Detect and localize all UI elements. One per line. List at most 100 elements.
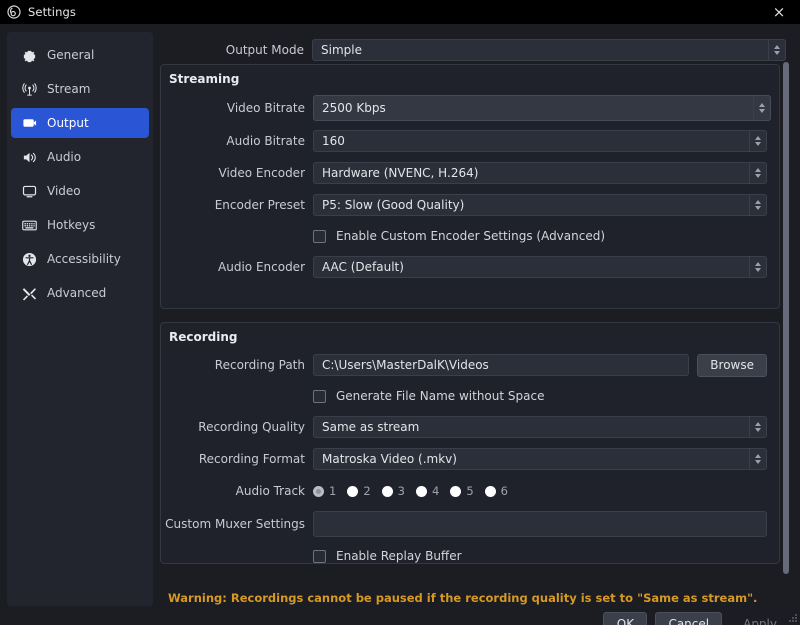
sidebar-item-label: Output [47, 116, 89, 130]
audio-bitrate-label: Audio Bitrate [226, 134, 305, 148]
recording-path-label: Recording Path [214, 358, 305, 372]
video-bitrate-value: 2500 Kbps [322, 101, 386, 115]
close-icon[interactable]: × [758, 0, 800, 24]
settings-content: Output Mode Simple Streaming Video Bitra… [160, 24, 792, 579]
sidebar-item-advanced[interactable]: Advanced [11, 278, 149, 308]
spinner-arrows-icon[interactable] [753, 96, 770, 120]
tools-icon [21, 285, 38, 302]
recording-quality-select[interactable]: Same as stream [313, 416, 767, 438]
video-bitrate-label: Video Bitrate [226, 101, 305, 115]
recording-format-value: Matroska Video (.mkv) [322, 452, 457, 466]
audio-track-radio-group: 1 2 3 4 5 6 [313, 484, 519, 498]
radio-icon[interactable] [450, 485, 462, 497]
audio-encoder-label: Audio Encoder [218, 260, 305, 274]
recording-quality-row: Recording Quality Same as stream [161, 411, 781, 443]
sidebar-item-accessibility[interactable]: Accessibility [11, 244, 149, 274]
speaker-icon [21, 149, 38, 166]
sidebar-item-label: Stream [47, 82, 91, 96]
sidebar-item-label: Advanced [47, 286, 107, 300]
audio-encoder-row: Audio Encoder AAC (Default) [161, 251, 781, 283]
recording-path-input[interactable]: C:\Users\MasterDalK\Videos [313, 354, 690, 376]
audio-track-option-6[interactable]: 6 [484, 484, 508, 498]
gear-icon [21, 47, 38, 64]
spinner-arrows-icon[interactable] [768, 40, 785, 60]
sidebar-item-general[interactable]: General [11, 40, 149, 70]
radio-icon[interactable] [484, 485, 496, 497]
warning-message: Warning: Recordings cannot be paused if … [168, 591, 758, 605]
accessibility-icon [21, 251, 38, 268]
custom-muxer-row: Custom Muxer Settings [161, 507, 781, 541]
content-scrollbar[interactable] [782, 62, 790, 574]
audio-bitrate-value: 160 [322, 134, 345, 148]
spinner-arrows-icon[interactable] [749, 131, 766, 151]
video-bitrate-select[interactable]: 2500 Kbps [313, 95, 771, 121]
custom-encoder-settings-row[interactable]: Enable Custom Encoder Settings (Advanced… [161, 221, 781, 251]
audio-track-option-4[interactable]: 4 [415, 484, 439, 498]
video-encoder-select[interactable]: Hardware (NVENC, H.264) [313, 162, 767, 184]
spinner-arrows-icon[interactable] [749, 449, 766, 469]
audio-track-row: Audio Track 1 2 3 4 5 6 [161, 475, 781, 507]
audio-bitrate-row: Audio Bitrate 160 [161, 125, 781, 157]
radio-icon[interactable] [415, 485, 427, 497]
generate-filename-no-space-row[interactable]: Generate File Name without Space [161, 381, 781, 411]
recording-format-row: Recording Format Matroska Video (.mkv) [161, 443, 781, 475]
output-screen-icon [21, 115, 38, 132]
cancel-button[interactable]: Cancel [655, 612, 723, 625]
spinner-arrows-icon[interactable] [749, 163, 766, 183]
ok-button[interactable]: OK [603, 612, 648, 625]
audio-track-option-3[interactable]: 3 [381, 484, 405, 498]
spinner-arrows-icon[interactable] [749, 195, 766, 215]
output-mode-select[interactable]: Simple [312, 39, 786, 61]
spinner-arrows-icon[interactable] [749, 257, 766, 277]
window-title: Settings [28, 5, 76, 19]
video-bitrate-row: Video Bitrate 2500 Kbps [161, 91, 781, 125]
audio-bitrate-select[interactable]: 160 [313, 130, 767, 152]
streaming-group: Streaming Video Bitrate 2500 Kbps Audio … [160, 64, 780, 309]
keyboard-icon [21, 217, 38, 234]
recording-quality-value: Same as stream [322, 420, 420, 434]
audio-encoder-select[interactable]: AAC (Default) [313, 256, 767, 278]
audio-track-option-2[interactable]: 2 [347, 484, 371, 498]
sidebar-item-hotkeys[interactable]: Hotkeys [11, 210, 149, 240]
sidebar-item-video[interactable]: Video [11, 176, 149, 206]
encoder-preset-value: P5: Slow (Good Quality) [322, 198, 465, 212]
sidebar-item-label: Video [47, 184, 81, 198]
radio-icon[interactable] [313, 485, 324, 497]
settings-window: General Stream Output Audio Video Hotkey… [0, 24, 800, 625]
custom-encoder-settings-checkbox[interactable] [313, 229, 326, 243]
video-encoder-row: Video Encoder Hardware (NVENC, H.264) [161, 157, 781, 189]
sidebar-item-label: Audio [47, 150, 82, 164]
audio-track-option-5[interactable]: 5 [450, 484, 474, 498]
recording-format-select[interactable]: Matroska Video (.mkv) [313, 448, 767, 470]
replay-buffer-row[interactable]: Enable Replay Buffer [161, 541, 781, 571]
streaming-group-title: Streaming [169, 72, 240, 86]
replay-buffer-checkbox[interactable] [313, 549, 326, 563]
resize-grip[interactable] [787, 612, 797, 622]
audio-track-label: Audio Track [235, 484, 305, 498]
output-mode-label: Output Mode [225, 43, 304, 57]
monitor-icon [21, 183, 38, 200]
sidebar-item-stream[interactable]: Stream [11, 74, 149, 104]
output-mode-value: Simple [321, 43, 362, 57]
settings-sidebar: General Stream Output Audio Video Hotkey… [7, 32, 153, 606]
browse-button[interactable]: Browse [697, 353, 767, 377]
audio-track-option-1[interactable]: 1 [313, 484, 336, 498]
generate-filename-no-space-label: Generate File Name without Space [336, 389, 545, 403]
custom-muxer-input[interactable] [313, 511, 767, 537]
spinner-arrows-icon[interactable] [749, 417, 766, 437]
encoder-preset-select[interactable]: P5: Slow (Good Quality) [313, 194, 767, 216]
audio-encoder-value: AAC (Default) [322, 260, 404, 274]
video-encoder-value: Hardware (NVENC, H.264) [322, 166, 479, 180]
custom-muxer-label: Custom Muxer Settings [165, 517, 305, 531]
scrollbar-thumb[interactable] [783, 62, 789, 574]
generate-filename-no-space-checkbox[interactable] [313, 389, 326, 403]
sidebar-item-output[interactable]: Output [11, 108, 149, 138]
sidebar-item-label: Accessibility [47, 252, 121, 266]
radio-icon[interactable] [347, 485, 359, 497]
recording-group-title: Recording [169, 330, 238, 344]
sidebar-item-audio[interactable]: Audio [11, 142, 149, 172]
apply-button: Apply [743, 616, 777, 625]
recording-group: Recording Recording Path C:\Users\Master… [160, 322, 780, 564]
custom-encoder-settings-label: Enable Custom Encoder Settings (Advanced… [336, 229, 606, 243]
radio-icon[interactable] [381, 485, 393, 497]
